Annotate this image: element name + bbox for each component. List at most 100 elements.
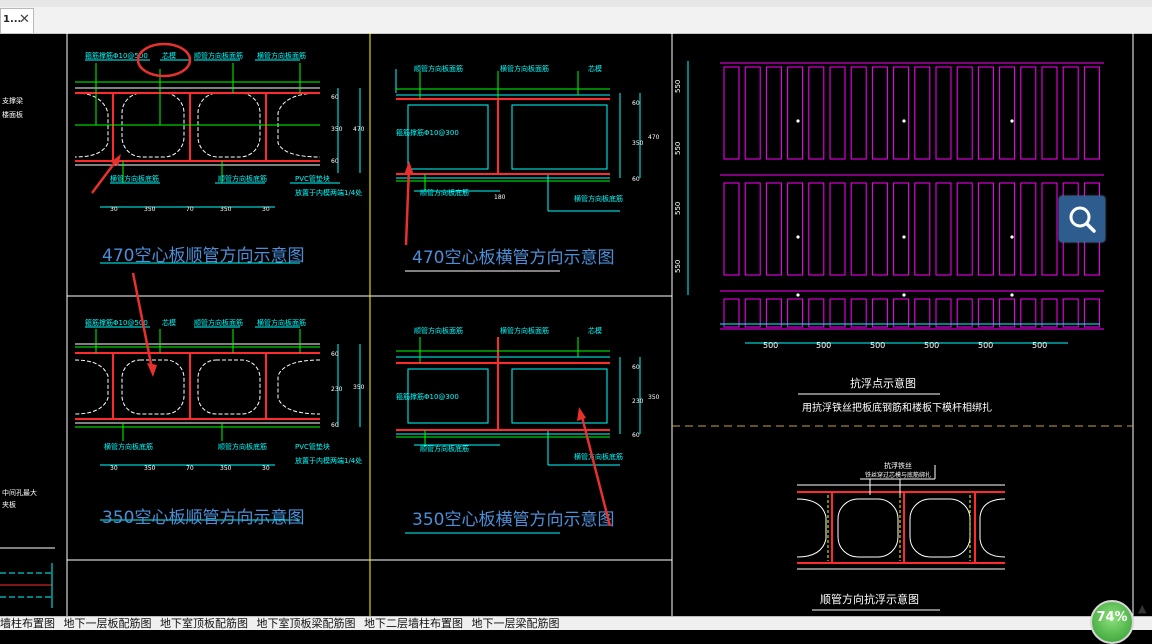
panel-470-transverse-title: 470空心板横管方向示意图 [412, 248, 614, 268]
svg-text:中间孔最大: 中间孔最大 [2, 488, 37, 497]
svg-text:350: 350 [331, 126, 343, 133]
svg-text:横管方向板底筋: 横管方向板底筋 [110, 174, 159, 183]
svg-text:350: 350 [144, 465, 156, 472]
document-tab[interactable]: 1... ✕ [0, 8, 34, 33]
svg-text:350: 350 [648, 394, 660, 401]
svg-text:芯模: 芯模 [588, 64, 602, 73]
anti-float-vdims: 550 550 550 550 [674, 80, 682, 273]
panel-470-longitudinal-labels: 箍筋撑筋Φ10@500 芯模 顺管方向板面筋 横管方向板面筋 横管方向板底筋 顺… [85, 51, 362, 197]
svg-text:夹板: 夹板 [2, 500, 16, 509]
svg-text:70: 70 [186, 206, 194, 213]
svg-text:60: 60 [632, 432, 640, 439]
sheet-tab[interactable]: 地下二层墙柱布置图 [364, 617, 468, 630]
panel-470-transverse: 顺管方向板面筋 横管方向板面筋 芯模 箍筋撑筋Φ10@300 顺管方向板底筋 横… [395, 64, 660, 272]
sheet-tab-bar: 墙柱布置图 地下一层板配筋图 地下室顶板配筋图 地下室顶板梁配筋图 地下二层墙柱… [0, 616, 1152, 630]
svg-text:顺管方向板面筋: 顺管方向板面筋 [414, 64, 463, 73]
svg-text:30: 30 [262, 465, 270, 472]
svg-text:30: 30 [110, 206, 118, 213]
svg-text:PVC管垫块: PVC管垫块 [295, 174, 330, 183]
left-fragments: 支撑梁 楼面板 中间孔最大 夹板 [2, 96, 37, 509]
close-icon[interactable]: ✕ [19, 12, 30, 27]
svg-text:横管方向板底筋: 横管方向板底筋 [104, 442, 153, 451]
sheet-tab[interactable]: 墙柱布置图 [0, 617, 60, 630]
svg-text:顺管方向板底筋: 顺管方向板底筋 [420, 188, 469, 197]
panel-350-transverse-title: 350空心板横管方向示意图 [412, 510, 614, 530]
anti-float-hdims: 500 500 500 500 500 500 [763, 341, 1047, 350]
sheet-tab[interactable]: 地下室顶板配筋图 [160, 617, 253, 630]
svg-text:顺管方向板底筋: 顺管方向板底筋 [218, 442, 267, 451]
svg-text:350: 350 [220, 465, 232, 472]
sheet-tab[interactable]: 地下一层梁配筋图 [472, 617, 565, 630]
sheet-tab[interactable]: 地下室顶板梁配筋图 [257, 617, 361, 630]
svg-text:横管方向板面筋: 横管方向板面筋 [500, 64, 549, 73]
svg-text:500: 500 [763, 341, 778, 350]
anti-float-plan-subtitle: 用抗浮铁丝把板底钢筋和楼板下模杆相绑扎 [802, 401, 992, 414]
svg-text:470: 470 [353, 126, 365, 133]
svg-text:60: 60 [331, 351, 339, 358]
zoom-value: 74% [1096, 610, 1128, 625]
cad-canvas[interactable]: 支撑梁 楼面板 中间孔最大 夹板 30 350 70 350 30 60 350… [0, 33, 1152, 616]
svg-text:500: 500 [978, 341, 993, 350]
panel-350-longitudinal-labels: 箍筋撑筋Φ10@500 芯模 顺管方向板面筋 横管方向板面筋 横管方向板底筋 顺… [85, 318, 362, 465]
svg-text:60: 60 [632, 364, 640, 371]
panel-350-longitudinal: 30 350 70 350 30 60 230 60 350 箍筋撑筋Φ10@5… [74, 318, 365, 528]
anti-float-section-title: 顺管方向抗浮示意图 [820, 592, 919, 606]
svg-text:230: 230 [632, 398, 644, 405]
svg-text:60: 60 [632, 100, 640, 107]
svg-text:横管方向板面筋: 横管方向板面筋 [500, 326, 549, 335]
svg-text:350: 350 [632, 140, 644, 147]
svg-text:箍筋撑筋Φ10@500: 箍筋撑筋Φ10@500 [85, 318, 148, 327]
svg-text:500: 500 [870, 341, 885, 350]
svg-text:500: 500 [816, 341, 831, 350]
svg-text:放置于内模两端1/4处: 放置于内模两端1/4处 [295, 188, 362, 197]
svg-text:550: 550 [674, 202, 682, 215]
svg-text:550: 550 [674, 80, 682, 93]
svg-text:横管方向板面筋: 横管方向板面筋 [257, 318, 306, 327]
svg-text:楼面板: 楼面板 [2, 110, 23, 119]
anti-float-plan-title: 抗浮点示意图 [850, 376, 916, 390]
anti-float-plan: 550 550 550 550 500 500 500 500 500 500 … [674, 61, 1104, 414]
svg-text:550: 550 [674, 142, 682, 155]
svg-text:30: 30 [110, 465, 118, 472]
panel-350-longitudinal-title: 350空心板顺管方向示意图 [102, 508, 304, 528]
svg-text:顺管方向板面筋: 顺管方向板面筋 [414, 326, 463, 335]
svg-text:顺管方向板面筋: 顺管方向板面筋 [194, 51, 243, 60]
svg-text:箍筋撑筋Φ10@300: 箍筋撑筋Φ10@300 [396, 392, 459, 401]
svg-text:350: 350 [144, 206, 156, 213]
zoom-indicator[interactable]: 74% [1090, 600, 1134, 644]
sheet-tab[interactable]: 地下一层板配筋图 [64, 617, 157, 630]
svg-text:500: 500 [924, 341, 939, 350]
panel-350-longitudinal-dims: 30 350 70 350 30 60 230 60 350 [110, 351, 365, 472]
anti-float-section: 抗浮铁丝 铁丝穿过芯模与底筋绑扎 顺管方向抗浮示意图 [796, 461, 1006, 611]
red-annotations [91, 42, 612, 527]
svg-text:支撑梁: 支撑梁 [2, 96, 23, 105]
panel-470-longitudinal-title: 470空心板顺管方向示意图 [102, 246, 304, 266]
anti-float-section-label: 抗浮铁丝 [884, 461, 912, 470]
panel-350-transverse: 顺管方向板面筋 横管方向板面筋 芯模 箍筋撑筋Φ10@300 顺管方向板底筋 横… [396, 326, 660, 534]
search-button[interactable] [1059, 196, 1105, 242]
menu-strip [0, 0, 1152, 7]
svg-text:横管方向板底筋: 横管方向板底筋 [574, 452, 623, 461]
svg-text:470: 470 [648, 134, 660, 141]
panel-470-transverse-labels: 顺管方向板面筋 横管方向板面筋 芯模 箍筋撑筋Φ10@300 顺管方向板底筋 横… [396, 64, 623, 203]
svg-text:顺管方向板底筋: 顺管方向板底筋 [420, 444, 469, 453]
svg-text:60: 60 [632, 176, 640, 183]
svg-text:30: 30 [262, 206, 270, 213]
svg-text:放置于内模两端1/4处: 放置于内模两端1/4处 [295, 456, 362, 465]
svg-text:230: 230 [331, 386, 343, 393]
svg-text:550: 550 [674, 260, 682, 273]
anti-float-section-sublabel: 铁丝穿过芯模与底筋绑扎 [865, 471, 931, 479]
search-icon [1069, 206, 1096, 233]
svg-text:芯模: 芯模 [162, 318, 176, 327]
title-bar: 1... ✕ [0, 0, 1152, 34]
svg-text:60: 60 [331, 158, 339, 165]
svg-text:180: 180 [494, 194, 506, 201]
svg-text:350: 350 [353, 384, 365, 391]
svg-text:箍筋撑筋Φ10@300: 箍筋撑筋Φ10@300 [396, 128, 459, 137]
svg-text:顺管方向板面筋: 顺管方向板面筋 [194, 318, 243, 327]
chevron-up-icon[interactable]: ▲ [1138, 602, 1146, 615]
svg-text:顺管方向板底筋: 顺管方向板底筋 [218, 174, 267, 183]
svg-text:PVC管垫块: PVC管垫块 [295, 442, 330, 451]
svg-text:60: 60 [331, 94, 339, 101]
svg-text:350: 350 [220, 206, 232, 213]
